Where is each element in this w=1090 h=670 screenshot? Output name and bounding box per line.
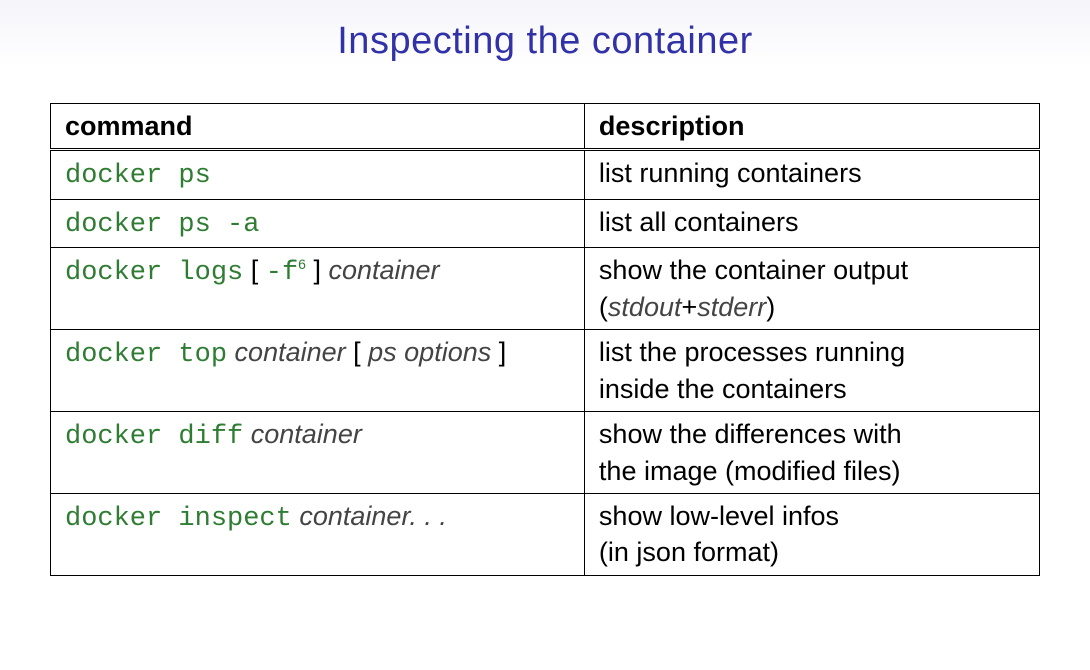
code-text: docker ps (65, 161, 211, 191)
desc-arg: stdout (608, 292, 682, 322)
bracket-open: [ (346, 337, 369, 367)
code-text: docker logs (65, 258, 243, 288)
header-command: command (51, 104, 585, 150)
cell-command: docker top container [ ps options ] (51, 330, 585, 412)
desc-arg: stderr (697, 292, 766, 322)
header-description: description (584, 104, 1039, 150)
slide: Inspecting the container command descrip… (0, 0, 1090, 670)
arg-text: container (328, 255, 439, 285)
bracket-close: ] (491, 337, 506, 367)
cell-description: list running containers (584, 150, 1039, 199)
desc-text: (in json format) (599, 537, 779, 567)
cell-command: docker ps -a (51, 199, 585, 247)
arg-text: container. . . (299, 501, 447, 531)
desc-plus: + (681, 292, 697, 322)
desc-text: inside the containers (599, 374, 847, 404)
space (227, 337, 235, 367)
desc-text: show low-level infos (599, 501, 839, 531)
bracket-open: [ (243, 255, 266, 285)
table-row: docker top container [ ps options ] list… (51, 330, 1040, 412)
desc-text: the image (modified files) (599, 456, 901, 486)
table-row: docker logs [ -f6 ] container show the c… (51, 248, 1040, 330)
bracket-close: ] (306, 255, 329, 285)
cell-command: docker diff container (51, 412, 585, 494)
desc-text: list running containers (599, 158, 862, 188)
cell-command: docker inspect container. . . (51, 493, 585, 575)
desc-text: show the container output (599, 255, 908, 285)
desc-text: show the differences with (599, 419, 902, 449)
desc-text: list the processes running (599, 337, 905, 367)
slide-title: Inspecting the container (50, 20, 1040, 63)
cell-command: docker ps (51, 150, 585, 199)
table-row: docker ps -a list all containers (51, 199, 1040, 247)
table-row: docker inspect container. . . show low-l… (51, 493, 1040, 575)
code-text: docker ps -a (65, 210, 259, 240)
flag-text: -f (266, 258, 298, 288)
cell-description: show the container output (stdout+stderr… (584, 248, 1039, 330)
table-row: docker ps list running containers (51, 150, 1040, 199)
cell-description: show low-level infos (in json format) (584, 493, 1039, 575)
cell-description: show the differences with the image (mod… (584, 412, 1039, 494)
arg-text: container (251, 419, 362, 449)
desc-text: list all containers (599, 207, 799, 237)
footnote-sup: 6 (298, 256, 306, 272)
code-text: docker diff (65, 422, 243, 452)
desc-close: ) (766, 292, 775, 322)
table-row: docker diff container show the differenc… (51, 412, 1040, 494)
code-text: docker inspect (65, 504, 292, 534)
desc-open: ( (599, 292, 608, 322)
table-header-row: command description (51, 104, 1040, 150)
arg-text: container (235, 337, 346, 367)
code-text: docker top (65, 340, 227, 370)
arg-text: ps options (368, 337, 491, 367)
space (243, 419, 251, 449)
cell-description: list the processes running inside the co… (584, 330, 1039, 412)
cell-description: list all containers (584, 199, 1039, 247)
commands-table: command description docker ps list runni… (50, 103, 1040, 576)
cell-command: docker logs [ -f6 ] container (51, 248, 585, 330)
